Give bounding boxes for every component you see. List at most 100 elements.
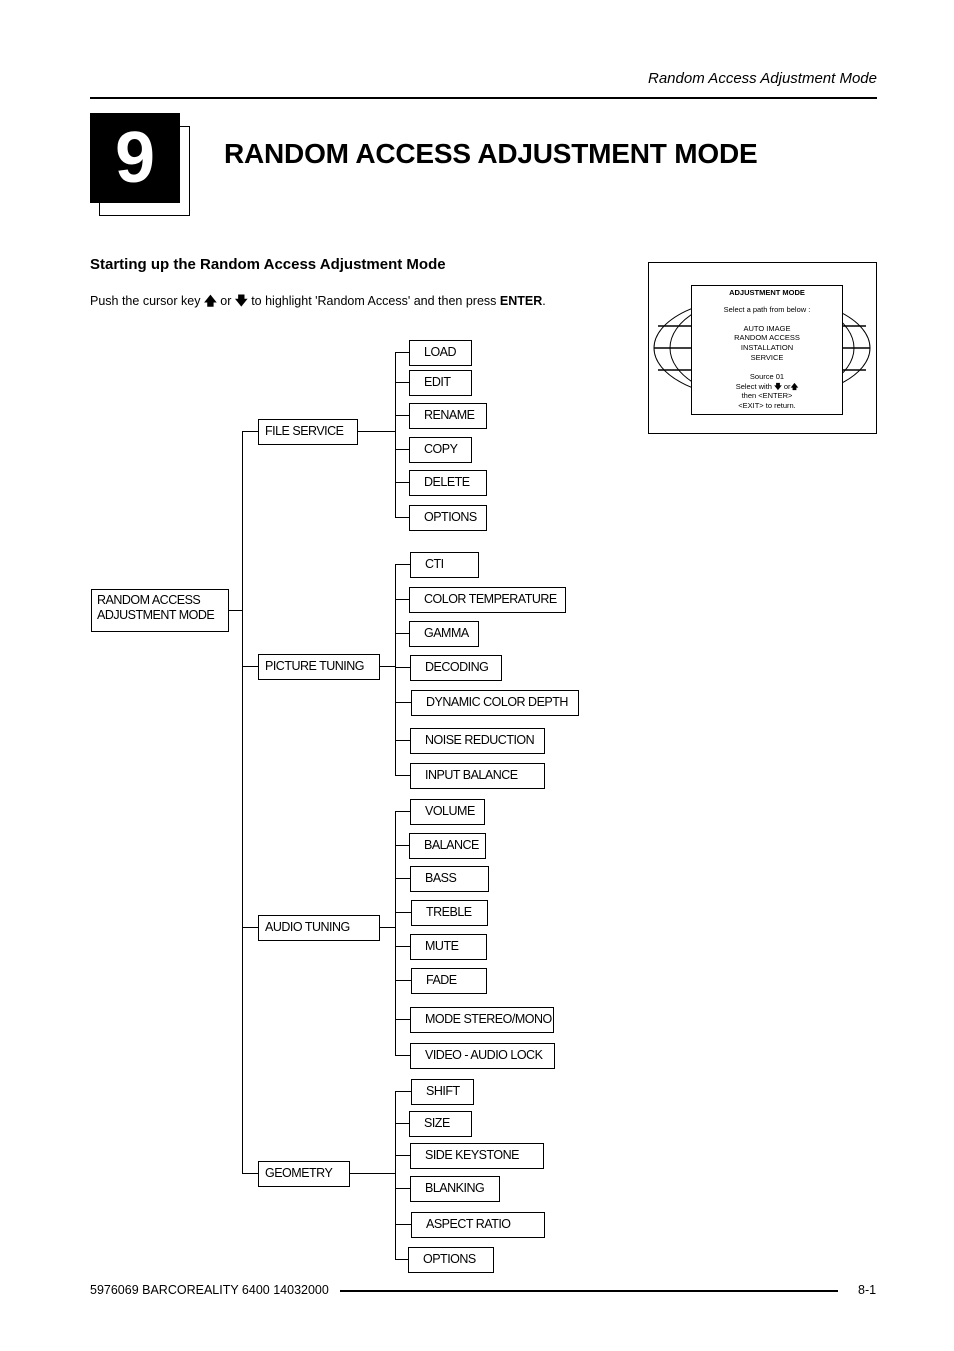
connector-line: [242, 666, 258, 667]
osd-adjustment-mode-menu: ADJUSTMENT MODE Select a path from below…: [691, 285, 843, 415]
osd-select-with: Select with: [735, 381, 772, 391]
connector-line: [395, 449, 409, 450]
connector-line: [358, 431, 395, 432]
connector-line: [395, 740, 410, 741]
page-number: 8-1: [858, 1283, 877, 1297]
osd-then-enter: then <ENTER>: [741, 391, 793, 401]
leaf-node: VIDEO - AUDIO LOCK: [410, 1043, 555, 1069]
leaf-node: OPTIONS: [408, 1247, 494, 1273]
connector-line: [380, 927, 395, 928]
leaf-node: RENAME: [409, 403, 487, 429]
connector-line: [395, 946, 410, 947]
leaf-node: EDIT: [409, 370, 472, 396]
leaf-node: COPY: [409, 437, 472, 463]
leaf-node: CTI: [410, 552, 479, 578]
leaf-node: MUTE: [410, 934, 487, 960]
instruction-part1: Push the cursor key: [90, 294, 204, 308]
branch-node-file-service: FILE SERVICE: [258, 419, 358, 445]
leaf-node: LOAD: [409, 340, 472, 366]
leaf-node: SHIFT: [411, 1079, 474, 1105]
leaf-node: DECODING: [410, 655, 502, 681]
connector-line: [242, 431, 258, 432]
connector-line: [395, 599, 409, 600]
osd-source: Source 01: [749, 371, 785, 381]
connector-line: [395, 352, 396, 518]
osd-exit: <EXIT> to return.: [738, 401, 796, 411]
leaf-node: BLANKING: [410, 1176, 500, 1202]
connector-line: [242, 927, 258, 928]
chapter-number: 9: [90, 113, 180, 203]
instruction-part4: .: [542, 294, 546, 308]
leaf-node: BASS: [410, 866, 489, 892]
connector-line: [380, 666, 395, 667]
up-arrow-icon: 🡅: [203, 294, 217, 308]
connector-line: [395, 667, 410, 668]
connector-line: [395, 845, 409, 846]
osd-option: RANDOM ACCESS: [734, 333, 800, 343]
connector-line: [395, 564, 410, 565]
leaf-node: DYNAMIC COLOR DEPTH: [411, 690, 579, 716]
leaf-node: BALANCE: [409, 833, 486, 859]
connector-line: [395, 1091, 396, 1260]
osd-option: SERVICE: [750, 352, 784, 362]
connector-line: [395, 1188, 410, 1189]
section-title: Starting up the Random Access Adjustment…: [90, 256, 446, 273]
leaf-node: MODE STEREO/MONO: [410, 1007, 554, 1033]
connector-line: [242, 1173, 258, 1174]
osd-option: INSTALLATION: [740, 343, 794, 353]
leaf-node: FADE: [411, 968, 487, 994]
connector-line: [350, 1173, 395, 1174]
leaf-node: TREBLE: [411, 900, 488, 926]
connector-line: [395, 1123, 409, 1124]
osd-or: or: [783, 381, 791, 391]
branch-node-picture-tuning: PICTURE TUNING: [258, 654, 380, 680]
leaf-node: VOLUME: [410, 799, 485, 825]
enter-key-label: ENTER: [499, 294, 543, 308]
connector-line: [395, 482, 409, 483]
osd-select-line: Select with 🡇 or🡅: [692, 382, 842, 392]
connector-line: [395, 564, 396, 776]
connector-line: [395, 1155, 410, 1156]
connector-line: [395, 980, 411, 981]
footer-rule: [340, 1290, 838, 1292]
osd-prompt: Select a path from below :: [723, 304, 811, 314]
osd-title: ADJUSTMENT MODE: [729, 288, 805, 297]
instruction-text: Push the cursor key 🡅 or 🡇 to highlight …: [90, 292, 546, 313]
branch-node-geometry: GEOMETRY: [258, 1161, 350, 1187]
leaf-node: NOISE REDUCTION: [410, 728, 545, 754]
connector-line: [395, 382, 409, 383]
down-arrow-icon: 🡇: [234, 294, 248, 308]
connector-line: [395, 1224, 411, 1225]
chapter-title: RANDOM ACCESS ADJUSTMENT MODE: [224, 138, 758, 169]
leaf-node: INPUT BALANCE: [410, 763, 545, 789]
connector-line: [395, 415, 409, 416]
header-rule: [90, 97, 877, 99]
connector-line: [395, 1259, 408, 1260]
connector-line: [242, 431, 243, 1174]
leaf-node: SIZE: [409, 1111, 472, 1137]
connector-line: [395, 775, 410, 776]
connector-line: [395, 352, 409, 353]
leaf-node: SIDE KEYSTONE: [410, 1143, 544, 1169]
leaf-node: GAMMA: [409, 621, 479, 647]
connector-line: [395, 912, 411, 913]
leaf-node: DELETE: [409, 470, 487, 496]
running-head: Random Access Adjustment Mode: [648, 70, 877, 87]
connector-line: [395, 878, 410, 879]
leaf-node: OPTIONS: [409, 505, 487, 531]
osd-up-arrow-icon: 🡅: [790, 381, 799, 391]
connector-line: [395, 811, 410, 812]
instruction-part2: or: [216, 294, 235, 308]
connector-line: [395, 517, 409, 518]
root-label-line1: RANDOM ACCESS: [97, 593, 201, 607]
connector-line: [395, 702, 411, 703]
connector-line: [395, 1019, 410, 1020]
root-label-line2: ADJUSTMENT MODE: [97, 608, 215, 622]
connector-line: [395, 1055, 410, 1056]
osd-option: AUTO IMAGE: [743, 323, 791, 333]
footer-doc-id: 5976069 BARCOREALITY 6400 14032000: [90, 1283, 329, 1297]
connector-line: [395, 633, 409, 634]
tree-root-node: RANDOM ACCESS ADJUSTMENT MODE: [91, 589, 229, 632]
osd-down-arrow-icon: 🡇: [774, 381, 782, 391]
branch-node-audio-tuning: AUDIO TUNING: [258, 915, 380, 941]
